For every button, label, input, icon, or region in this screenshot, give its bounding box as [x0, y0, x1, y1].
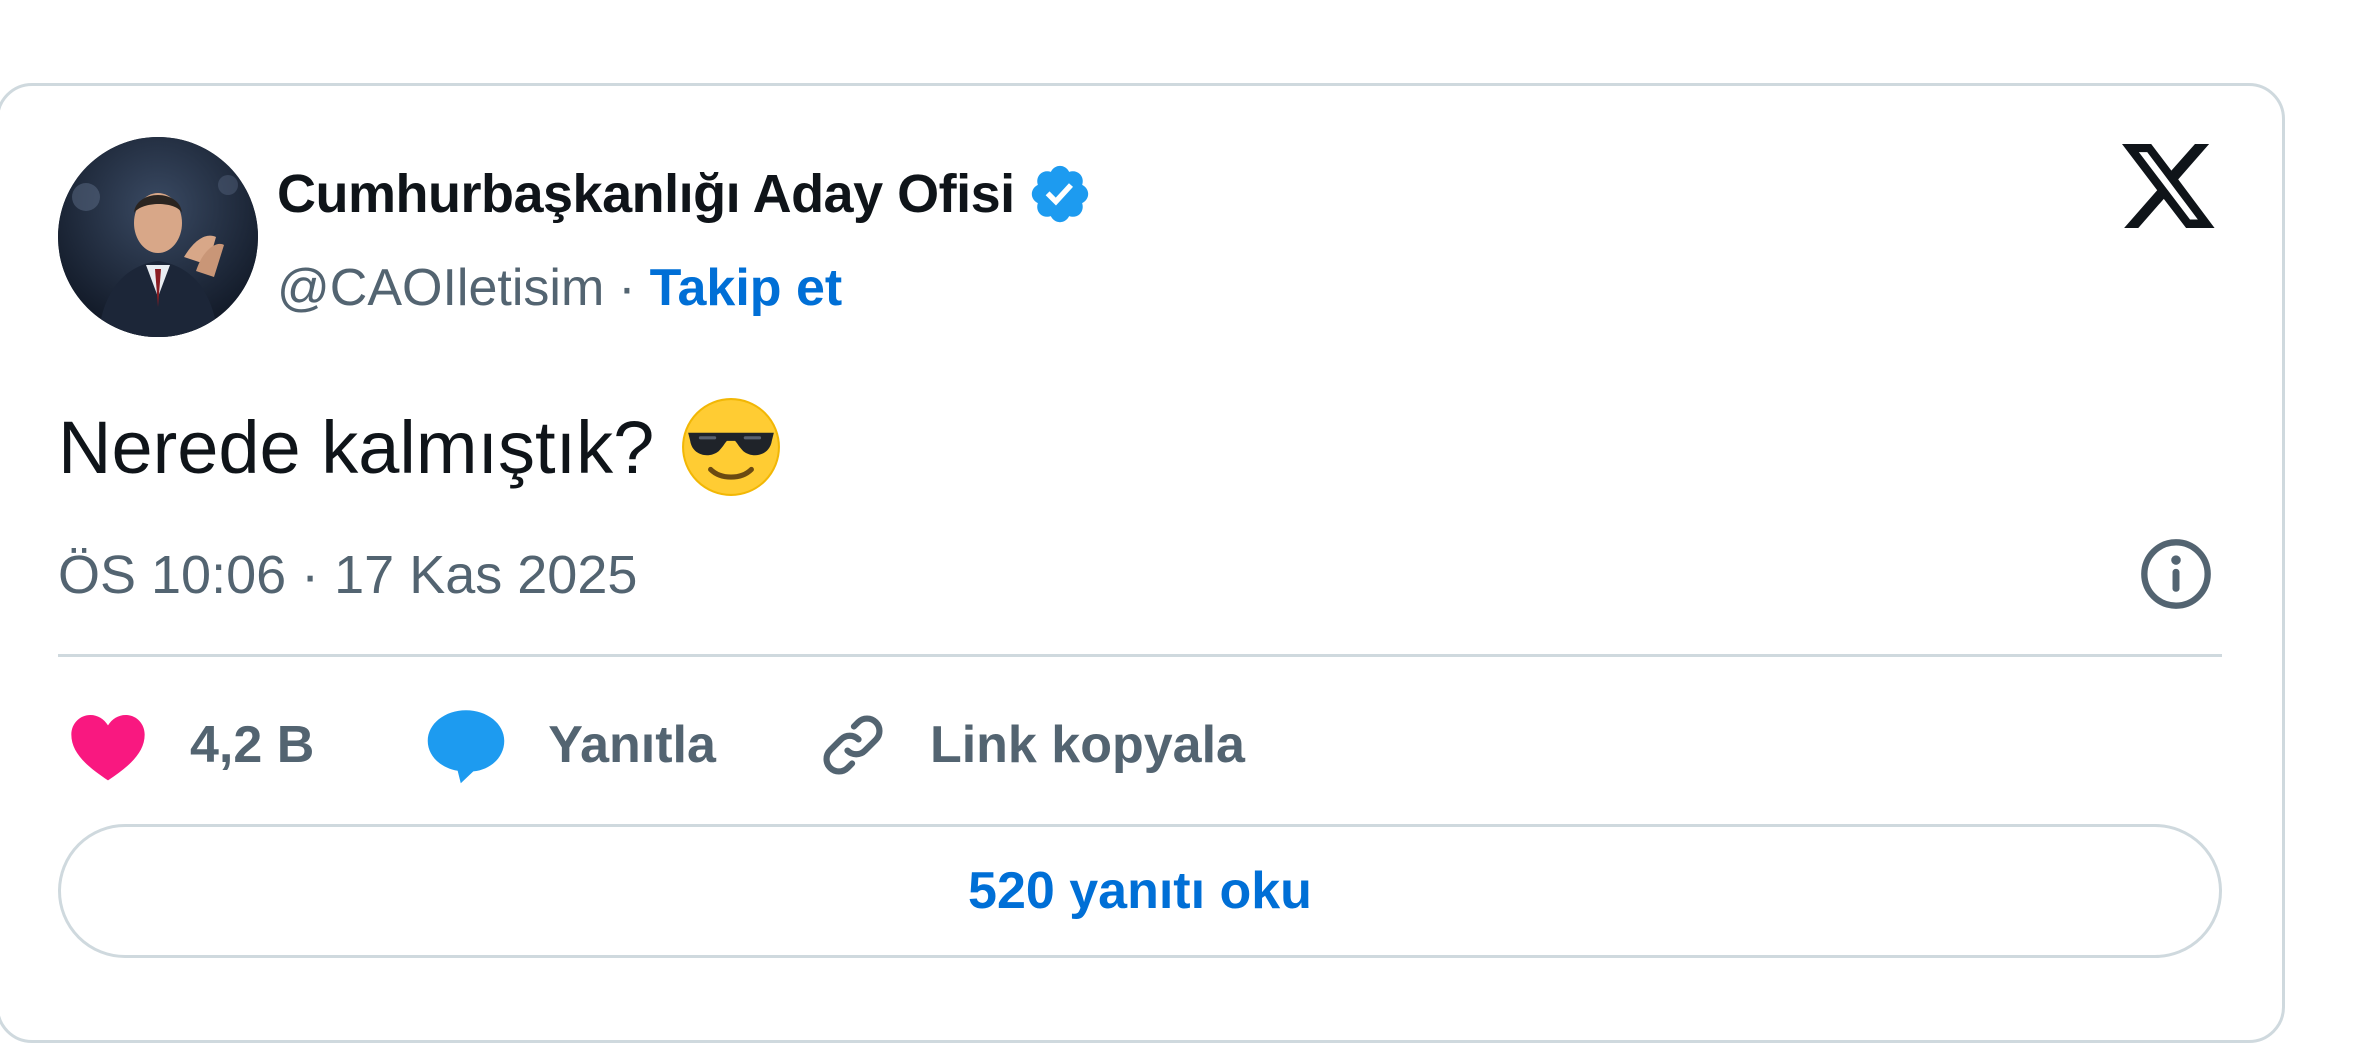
link-chain-icon: [816, 708, 890, 782]
author-handle[interactable]: @CAOIletisim: [277, 258, 604, 318]
like-button[interactable]: 4,2 B: [68, 707, 314, 783]
author-name-row: Cumhurbaşkanlığı Aday Ofisi: [277, 160, 1093, 228]
smiling-face-with-sunglasses-icon: [680, 396, 782, 498]
verified-badge-icon: [1027, 161, 1093, 227]
separator-dot: ·: [618, 259, 636, 317]
x-logo-icon[interactable]: [2122, 143, 2218, 233]
read-replies-button[interactable]: 520 yanıtı oku: [58, 824, 2222, 958]
copy-link-button[interactable]: Link kopyala: [816, 708, 1245, 782]
info-circle-icon[interactable]: [2138, 536, 2214, 612]
tweet-text-content: Nerede kalmıştık?: [58, 405, 655, 489]
author-display-name[interactable]: Cumhurbaşkanlığı Aday Ofisi: [277, 163, 1015, 225]
follow-link[interactable]: Takip et: [650, 258, 843, 318]
avatar-photo: [58, 137, 258, 337]
heart-icon: [68, 707, 148, 783]
reply-label: Yanıtla: [548, 716, 716, 774]
copy-link-label: Link kopyala: [929, 716, 1245, 774]
tweet-actions: 4,2 B Yanıtla Link kopyala: [58, 700, 1245, 790]
avatar[interactable]: [58, 137, 258, 337]
like-count: 4,2 B: [190, 716, 315, 774]
tweet-text: Nerede kalmıştık?: [58, 392, 782, 502]
author-handle-row: @CAOIletisim · Takip et: [277, 254, 842, 322]
speech-bubble-icon: [424, 705, 508, 785]
reply-button[interactable]: Yanıtla: [424, 705, 716, 785]
tweet-timestamp[interactable]: ÖS 10:06 · 17 Kas 2025: [58, 540, 637, 610]
divider: [58, 654, 2222, 657]
